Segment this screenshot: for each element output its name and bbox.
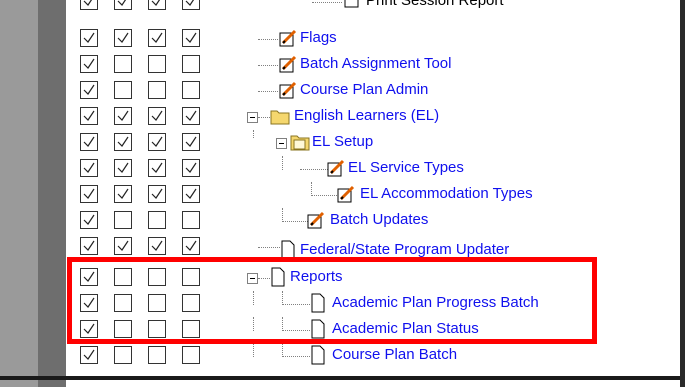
tree-label[interactable]: EL Setup — [312, 133, 373, 151]
rights-r-checkbox[interactable] — [80, 55, 98, 73]
rights-d-checkbox[interactable] — [182, 237, 200, 255]
tree-row-batch-updates: Batch Updates — [0, 208, 685, 234]
rights-w-checkbox[interactable] — [114, 0, 132, 10]
tree-row-course-plan-batch: Course Plan Batch — [0, 343, 685, 369]
pencil-note-icon — [306, 210, 326, 230]
rights-r-checkbox[interactable] — [80, 237, 98, 255]
tree-row-flags: Flags — [0, 26, 685, 52]
rights-w-checkbox[interactable] — [114, 55, 132, 73]
tree-label[interactable]: Course Plan Batch — [332, 346, 457, 364]
tree-label[interactable]: EL Service Types — [348, 159, 464, 177]
rights-d-checkbox[interactable] — [182, 55, 200, 73]
rights-a-checkbox[interactable] — [148, 133, 166, 151]
tree-label[interactable]: English Learners (EL) — [294, 107, 439, 125]
rights-w-checkbox[interactable] — [114, 159, 132, 177]
tree-row-el-service-types: EL Service Types — [0, 156, 685, 182]
rights-a-checkbox[interactable] — [148, 211, 166, 229]
rights-w-checkbox[interactable] — [114, 211, 132, 229]
rights-w-checkbox[interactable] — [114, 81, 132, 99]
rights-d-checkbox[interactable] — [182, 346, 200, 364]
tree-label[interactable]: Course Plan Admin — [300, 81, 428, 99]
rights-d-checkbox[interactable] — [182, 185, 200, 203]
folder-icon — [270, 106, 290, 126]
pencil-note-icon — [278, 28, 298, 48]
tree-row-print-session-report: Print Session Report — [0, 0, 685, 14]
page-icon — [280, 240, 300, 258]
rights-w-checkbox[interactable] — [114, 237, 132, 255]
rights-w-checkbox[interactable] — [114, 107, 132, 125]
rights-w-checkbox[interactable] — [114, 29, 132, 47]
rights-d-checkbox[interactable] — [182, 159, 200, 177]
rights-r-checkbox[interactable] — [80, 211, 98, 229]
rights-a-checkbox[interactable] — [148, 185, 166, 203]
tree-row-el-setup: EL Setup — [0, 130, 685, 156]
rights-r-checkbox[interactable] — [80, 346, 98, 364]
rights-w-checkbox[interactable] — [114, 185, 132, 203]
pencil-note-icon — [278, 54, 298, 74]
bottom-border — [0, 376, 685, 380]
rights-d-checkbox[interactable] — [182, 0, 200, 10]
rights-a-checkbox[interactable] — [148, 29, 166, 47]
rights-a-checkbox[interactable] — [148, 237, 166, 255]
rights-a-checkbox[interactable] — [148, 159, 166, 177]
tree-label[interactable]: Print Session Report — [366, 0, 504, 10]
pencil-note-icon — [278, 80, 298, 100]
tree-label[interactable]: EL Accommodation Types — [360, 185, 533, 203]
rights-a-checkbox[interactable] — [148, 346, 166, 364]
collapse-toggle-icon[interactable] — [247, 112, 258, 123]
tool-rights-tree-panel: Print Session Report Flags Batch Assignm… — [0, 0, 685, 387]
rights-r-checkbox[interactable] — [80, 133, 98, 151]
rights-r-checkbox[interactable] — [80, 29, 98, 47]
tree-label[interactable]: Federal/State Program Updater — [300, 241, 509, 258]
page-icon — [310, 345, 330, 365]
rights-r-checkbox[interactable] — [80, 0, 98, 10]
rights-d-checkbox[interactable] — [182, 29, 200, 47]
rights-d-checkbox[interactable] — [182, 211, 200, 229]
tree-row-english-learners: English Learners (EL) — [0, 104, 685, 130]
rights-r-checkbox[interactable] — [80, 107, 98, 125]
rights-w-checkbox[interactable] — [114, 133, 132, 151]
rights-r-checkbox[interactable] — [80, 81, 98, 99]
rights-r-checkbox[interactable] — [80, 185, 98, 203]
rights-d-checkbox[interactable] — [182, 133, 200, 151]
reports-highlight-box — [67, 257, 597, 344]
tree-label[interactable]: Flags — [300, 29, 337, 47]
pencil-note-icon — [326, 158, 346, 178]
tree-row-federal-state-program-updater: Federal/State Program Updater — [0, 234, 685, 258]
folder-open-icon — [290, 132, 310, 152]
tree-label[interactable]: Batch Updates — [330, 211, 428, 229]
tree-row-el-accommodation-types: EL Accommodation Types — [0, 182, 685, 208]
right-border — [680, 0, 685, 387]
rights-d-checkbox[interactable] — [182, 81, 200, 99]
rights-r-checkbox[interactable] — [80, 159, 98, 177]
rights-w-checkbox[interactable] — [114, 346, 132, 364]
tree-label[interactable]: Batch Assignment Tool — [300, 55, 451, 73]
tree-row-course-plan-admin: Course Plan Admin — [0, 78, 685, 104]
rights-a-checkbox[interactable] — [148, 107, 166, 125]
collapse-toggle-icon[interactable] — [276, 138, 287, 149]
rights-a-checkbox[interactable] — [148, 55, 166, 73]
report-tool-icon — [344, 0, 364, 13]
tree-row-batch-assignment-tool: Batch Assignment Tool — [0, 52, 685, 78]
pencil-note-icon — [336, 184, 356, 204]
rights-a-checkbox[interactable] — [148, 0, 166, 10]
rights-d-checkbox[interactable] — [182, 107, 200, 125]
rights-a-checkbox[interactable] — [148, 81, 166, 99]
